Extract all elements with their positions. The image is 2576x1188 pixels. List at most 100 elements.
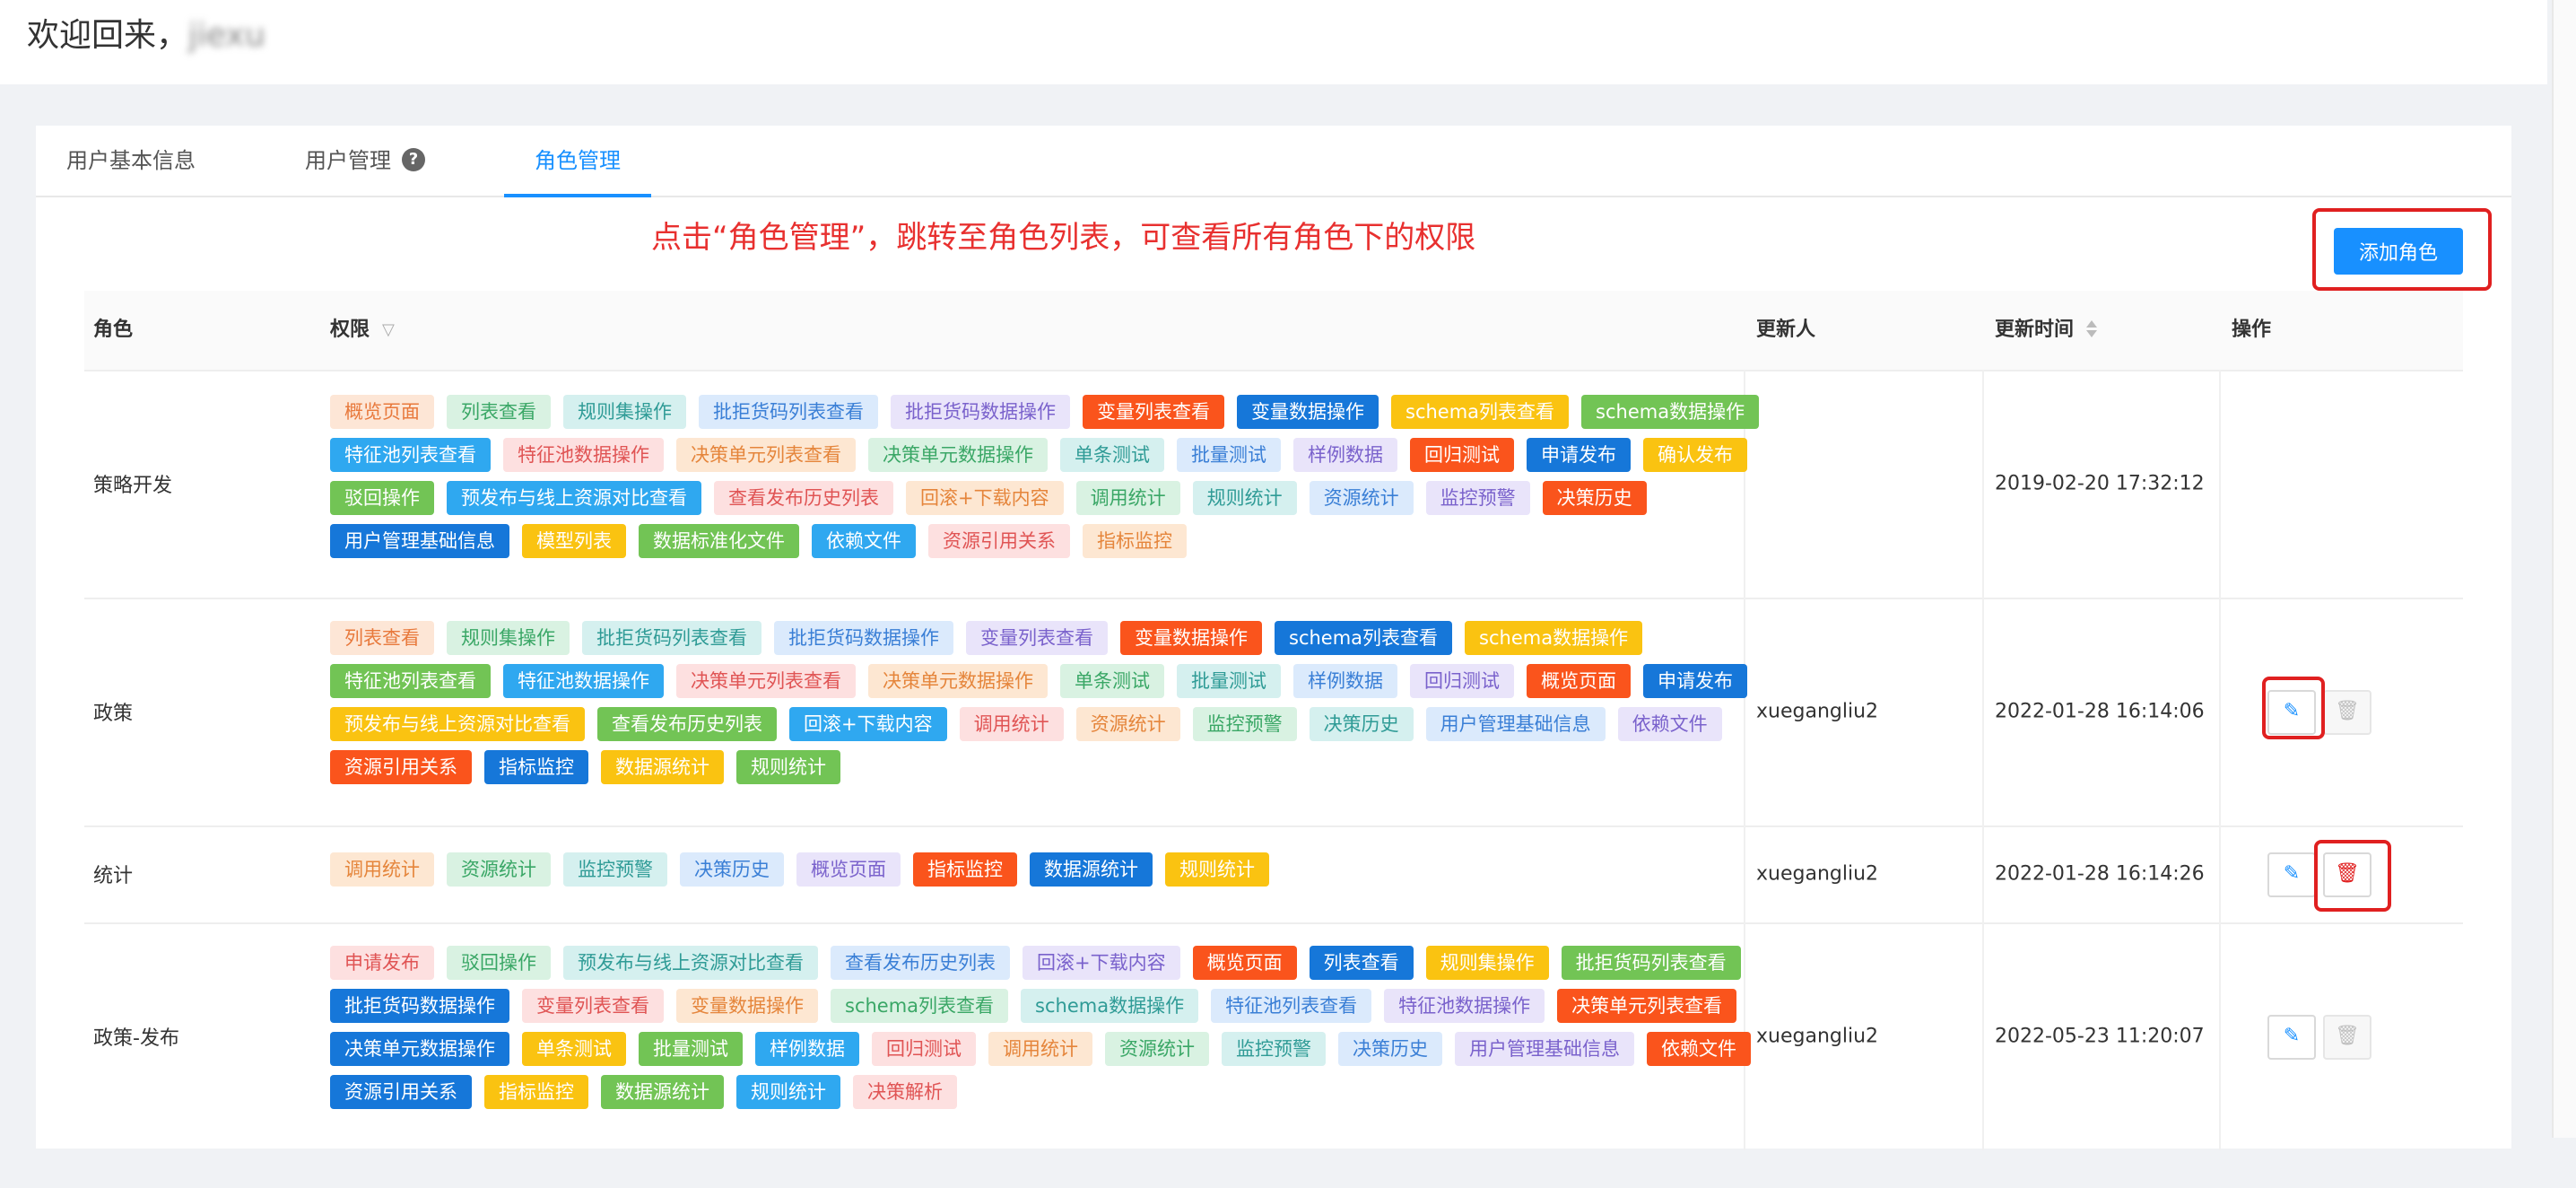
column-header-updated-at: 更新时间 [1995, 291, 2098, 370]
permission-tag: 确认发布 [1643, 438, 1747, 472]
column-header-role: 角色 [93, 319, 134, 341]
permission-tag: schema数据操作 [1581, 395, 1760, 429]
welcome-message: 欢迎回来，jiexu [27, 9, 265, 56]
permission-tag: 指标监控 [913, 852, 1017, 887]
tab-user-basic-info[interactable]: 用户基本信息 [36, 126, 226, 196]
edit-icon: ✎ [2283, 862, 2301, 885]
permission-tag: 监控预警 [563, 852, 667, 887]
permission-tag: schema数据操作 [1021, 989, 1199, 1023]
table-header: 角色 权限 ▽ 更新人 更新时间 操作 [84, 291, 2463, 371]
permission-tag: 批拒货码列表查看 [1561, 946, 1741, 980]
add-role-button[interactable]: 添加角色 [2334, 228, 2463, 275]
edit-button[interactable]: ✎ [2267, 1015, 2316, 1060]
permission-tag: 指标监控 [484, 750, 588, 784]
page-scrollbar[interactable] [2552, 0, 2576, 1138]
permission-tag: 变量列表查看 [522, 989, 664, 1023]
table-row: 统计 调用统计 资源统计 监控预警 决策历史 概览页面 指标监控 数据源统计 规则统计 xue… [84, 825, 2463, 924]
permission-tag: 资源统计 [1309, 481, 1414, 515]
permission-tag: 样例数据 [1293, 664, 1397, 698]
permission-tag: 回滚+下载内容 [906, 481, 1064, 515]
column-header-ops: 操作 [2232, 319, 2272, 341]
permission-tag: 数据源统计 [601, 750, 724, 784]
permission-tag: 批拒货码数据操作 [891, 395, 1070, 429]
trash-icon: 🗑 [2335, 1025, 2360, 1047]
permission-tags: 列表查看 规则集操作 批拒货码列表查看 批拒货码数据操作 变量列表查看 变量数据操作 sch… [330, 621, 1801, 793]
edit-button[interactable]: ✎ [2267, 852, 2316, 897]
permission-tag: 决策单元数据操作 [330, 1032, 509, 1066]
highlight-box-delete [2314, 840, 2391, 912]
updater-name: xuegangliu2 [1756, 1025, 1879, 1048]
permission-tag: 批拒货码列表查看 [582, 621, 761, 655]
help-icon[interactable]: ? [402, 148, 425, 171]
row-actions: ✎ 🗑 [2267, 1015, 2447, 1060]
permission-tag: 批量测试 [1177, 664, 1281, 698]
delete-button[interactable]: 🗑 [2323, 690, 2371, 735]
column-header-label: 权限 [330, 319, 370, 341]
permission-tag: 资源引用关系 [928, 524, 1070, 558]
permission-tag: schema列表查看 [831, 989, 1009, 1023]
permission-tag: 特征池数据操作 [503, 664, 664, 698]
permission-tag: 决策历史 [1309, 707, 1414, 741]
role-table: 角色 权限 ▽ 更新人 更新时间 操作 策略开发 概览页面 列表查看 规则集操作 批拒货… [84, 291, 2463, 1188]
permission-tag: 变量数据操作 [1237, 395, 1379, 429]
permission-tag: 样例数据 [1293, 438, 1397, 472]
delete-button[interactable]: 🗑 [2323, 1015, 2371, 1060]
permission-tag: 回归测试 [1410, 438, 1514, 472]
permission-tag: 决策历史 [1542, 481, 1647, 515]
permission-tag: 批拒货码列表查看 [699, 395, 878, 429]
role-name: 政策-发布 [93, 1027, 179, 1050]
permission-tag: 数据源统计 [601, 1075, 724, 1109]
permission-tag: 数据源统计 [1030, 852, 1153, 887]
edit-icon: ✎ [2283, 1025, 2301, 1047]
permission-tag: 回滚+下载内容 [1023, 946, 1180, 980]
permission-tag: schema列表查看 [1391, 395, 1570, 429]
tab-user-management[interactable]: 用户管理? [274, 126, 456, 196]
permission-tag: 决策单元列表查看 [1557, 989, 1737, 1023]
permission-tag: 资源引用关系 [330, 1075, 472, 1109]
top-bar: 欢迎回来，jiexu [0, 0, 2547, 84]
permission-tag: 依赖文件 [1647, 1032, 1751, 1066]
permission-tag: 特征池列表查看 [330, 438, 491, 472]
permission-tag: 调用统计 [1075, 481, 1180, 515]
column-header-updater: 更新人 [1756, 319, 1816, 341]
permission-tag: 特征池数据操作 [503, 438, 664, 472]
updated-time: 2022-01-28 16:14:06 [1995, 700, 2205, 723]
permission-tag: 调用统计 [330, 852, 434, 887]
permission-tag: 资源引用关系 [330, 750, 472, 784]
permission-tag: 资源统计 [1105, 1032, 1209, 1066]
permission-tag: 申请发布 [330, 946, 434, 980]
permission-tag: 监控预警 [1192, 707, 1297, 741]
permission-tag: 变量数据操作 [676, 989, 818, 1023]
permission-tag: 特征池列表查看 [1211, 989, 1372, 1023]
sort-icon[interactable] [2086, 319, 2098, 337]
permission-tag: 单条测试 [522, 1032, 626, 1066]
permission-tag: 资源统计 [1075, 707, 1180, 741]
permission-tag: 申请发布 [1527, 438, 1631, 472]
permission-tag: 变量列表查看 [966, 621, 1108, 655]
permission-tags: 调用统计 资源统计 监控预警 决策历史 概览页面 指标监控 数据源统计 规则统计 [330, 852, 1801, 895]
permission-tags: 概览页面 列表查看 规则集操作 批拒货码列表查看 批拒货码数据操作 变量列表查看 变量数据操… [330, 395, 1801, 567]
content-card: 用户基本信息 用户管理? 角色管理 点击“角色管理”，跳转至角色列表，可查看所有… [36, 126, 2511, 1150]
permission-tag: 驳回操作 [330, 481, 434, 515]
annotation-text: 点击“角色管理”，跳转至角色列表，可查看所有角色下的权限 [651, 220, 1476, 256]
column-header-label: 更新时间 [1995, 319, 2075, 341]
permission-tag: 决策历史 [1338, 1032, 1442, 1066]
updater-name: xuegangliu2 [1756, 862, 1879, 886]
permission-tag: 特征池数据操作 [1384, 989, 1545, 1023]
permission-tag: 规则统计 [736, 1075, 840, 1109]
permission-tag: 概览页面 [1527, 664, 1631, 698]
permission-tag: 监控预警 [1222, 1032, 1326, 1066]
tab-role-management[interactable]: 角色管理 [504, 126, 651, 197]
permission-tag: 用户管理基础信息 [1455, 1032, 1634, 1066]
column-header-permissions: 权限 ▽ [330, 291, 395, 370]
filter-icon[interactable]: ▽ [382, 291, 395, 370]
trash-icon: 🗑 [2335, 700, 2360, 722]
role-name: 统计 [93, 865, 134, 887]
table-row: 政策 列表查看 规则集操作 批拒货码列表查看 批拒货码数据操作 变量列表查看 变量数据操作… [84, 598, 2463, 827]
permission-tag: schema列表查看 [1275, 621, 1453, 655]
updated-time: 2019-02-20 17:32:12 [1995, 472, 2205, 495]
permission-tag: 依赖文件 [812, 524, 916, 558]
permission-tag: 规则统计 [736, 750, 840, 784]
permission-tag: 模型列表 [522, 524, 626, 558]
permission-tag: 用户管理基础信息 [1425, 707, 1606, 741]
